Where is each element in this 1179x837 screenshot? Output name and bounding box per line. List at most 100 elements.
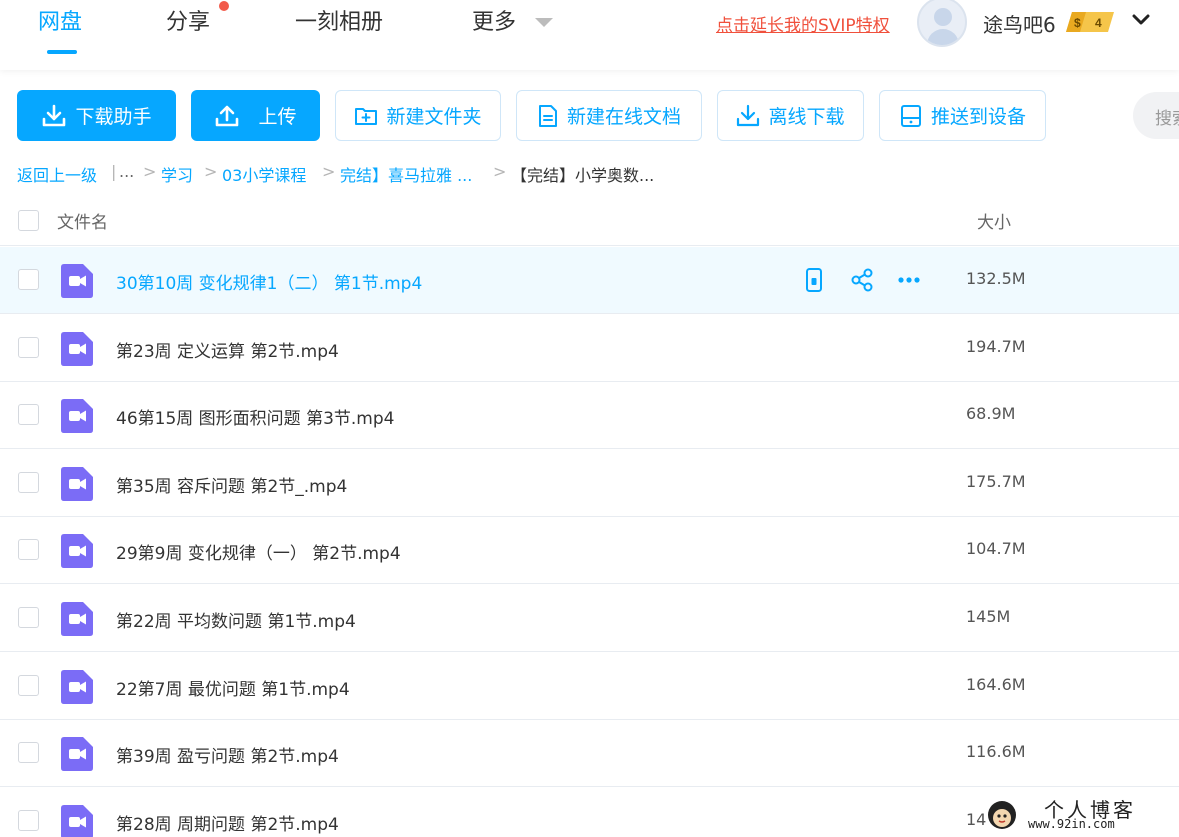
- phone-icon[interactable]: [801, 267, 827, 293]
- row-checkbox[interactable]: [18, 404, 39, 425]
- mascot-icon: [988, 801, 1016, 829]
- row-checkbox[interactable]: [18, 810, 39, 831]
- avatar-body: [927, 29, 959, 45]
- new-folder-button[interactable]: 新建文件夹: [335, 90, 501, 141]
- row-checkbox[interactable]: [18, 269, 39, 290]
- file-name[interactable]: 第28周 周期问题 第2节.mp4: [116, 810, 339, 835]
- file-size: 104.7M: [966, 539, 1026, 558]
- blog-watermark: 个人博客 www.92in.com: [982, 793, 1179, 837]
- more-icon[interactable]: [896, 267, 922, 293]
- breadcrumb-separator: >: [204, 162, 218, 181]
- device-icon: [900, 104, 921, 127]
- file-name[interactable]: 46第15周 图形面积问题 第3节.mp4: [116, 404, 394, 429]
- breadcrumb-divider: |: [111, 162, 117, 181]
- svip-renew-link[interactable]: 点击延长我的SVIP特权: [716, 11, 890, 36]
- table-row[interactable]: 29第9周 变化规律（一） 第2节.mp4 104.7M: [0, 517, 1179, 584]
- username[interactable]: 途鸟吧6: [983, 9, 1056, 38]
- new-online-doc-label: 新建在线文档: [566, 106, 681, 128]
- download-helper-label: 下载助手: [75, 106, 152, 128]
- breadcrumb-item-study[interactable]: 学习: [161, 162, 193, 186]
- video-file-icon: [61, 467, 93, 501]
- document-icon: [538, 104, 557, 127]
- row-checkbox[interactable]: [18, 742, 39, 763]
- offline-download-button[interactable]: 离线下载: [717, 90, 864, 141]
- video-file-icon: [61, 264, 93, 298]
- breadcrumb-item-course[interactable]: 03小学课程: [222, 162, 306, 186]
- chevron-down-icon[interactable]: [535, 18, 553, 27]
- file-list-header: 文件名 大小: [0, 196, 1179, 246]
- file-size: 194.7M: [966, 337, 1026, 356]
- file-size: 164.6M: [966, 675, 1026, 694]
- table-row[interactable]: 第39周 盈亏问题 第2节.mp4 116.6M: [0, 720, 1179, 787]
- search-placeholder: 搜索: [1155, 109, 1179, 129]
- tab-more[interactable]: 更多: [472, 8, 516, 38]
- video-file-icon: [61, 399, 93, 433]
- offline-download-icon: [737, 104, 760, 126]
- push-to-device-label: 推送到设备: [930, 106, 1026, 128]
- file-size: 145M: [966, 607, 1011, 626]
- avatar-head: [934, 8, 952, 26]
- breadcrumb-separator: >: [493, 162, 507, 181]
- file-size: 116.6M: [966, 742, 1026, 761]
- video-file-icon: [61, 332, 93, 366]
- table-row[interactable]: 30第10周 变化规律1（二） 第1节.mp4 132.5M: [0, 247, 1179, 314]
- file-name[interactable]: 第23周 定义运算 第2节.mp4: [116, 337, 339, 362]
- file-name[interactable]: 第22周 平均数问题 第1节.mp4: [116, 607, 356, 632]
- video-file-icon: [61, 534, 93, 568]
- row-checkbox[interactable]: [18, 472, 39, 493]
- table-row[interactable]: 第23周 定义运算 第2节.mp4 194.7M: [0, 315, 1179, 382]
- search-input[interactable]: 搜索: [1133, 92, 1179, 139]
- upload-icon: [216, 105, 239, 126]
- upload-button[interactable]: 上传: [191, 90, 320, 141]
- breadcrumb-item-current: 【完结】小学奥数...: [511, 166, 655, 185]
- avatar[interactable]: [917, 0, 967, 47]
- vip-level-badge[interactable]: $ 4: [1066, 10, 1116, 34]
- watermark-url: www.92in.com: [1028, 817, 1115, 831]
- top-navigation: 网盘 分享 一刻相册 更多 点击延长我的SVIP特权 途鸟吧6 $ 4: [0, 0, 1179, 70]
- file-size: 132.5M: [966, 269, 1026, 288]
- push-to-device-button[interactable]: 推送到设备: [879, 90, 1046, 141]
- breadcrumb-separator: >: [143, 162, 157, 181]
- file-name[interactable]: 29第9周 变化规律（一） 第2节.mp4: [116, 539, 401, 564]
- breadcrumb-separator: >: [322, 162, 336, 181]
- table-row[interactable]: 第35周 容斥问题 第2节_.mp4 175.7M: [0, 450, 1179, 517]
- vip-currency: $: [1074, 16, 1081, 30]
- tab-share[interactable]: 分享: [166, 8, 210, 38]
- file-size: 175.7M: [966, 472, 1026, 491]
- share-icon[interactable]: [849, 267, 875, 293]
- table-row[interactable]: 第22周 平均数问题 第1节.mp4 145M: [0, 585, 1179, 652]
- video-file-icon: [61, 602, 93, 636]
- file-name[interactable]: 22第7周 最优问题 第1节.mp4: [116, 675, 350, 700]
- file-name[interactable]: 第35周 容斥问题 第2节_.mp4: [116, 472, 347, 497]
- row-checkbox[interactable]: [18, 539, 39, 560]
- row-checkbox[interactable]: [18, 607, 39, 628]
- breadcrumb-item-himalaya[interactable]: 完结】喜马拉雅 ...: [340, 162, 472, 186]
- tab-moment-album[interactable]: 一刻相册: [295, 8, 383, 38]
- breadcrumb-ellipsis[interactable]: ...: [119, 162, 134, 181]
- select-all-checkbox[interactable]: [18, 210, 39, 231]
- new-online-doc-button[interactable]: 新建在线文档: [516, 90, 702, 141]
- file-name[interactable]: 第39周 盈亏问题 第2节.mp4: [116, 742, 339, 767]
- tab-netdisk[interactable]: 网盘: [38, 8, 82, 38]
- active-tab-indicator: [47, 50, 77, 54]
- video-file-icon: [61, 805, 93, 837]
- video-file-icon: [61, 670, 93, 704]
- table-row[interactable]: 46第15周 图形面积问题 第3节.mp4 68.9M: [0, 382, 1179, 449]
- column-header-name[interactable]: 文件名: [57, 208, 108, 233]
- download-helper-button[interactable]: 下载助手: [17, 90, 176, 141]
- offline-download-label: 离线下载: [768, 106, 845, 128]
- breadcrumb-back[interactable]: 返回上一级: [17, 162, 97, 186]
- upload-label: 上传: [258, 106, 297, 128]
- file-name[interactable]: 30第10周 变化规律1（二） 第1节.mp4: [116, 269, 422, 294]
- chevron-down-icon[interactable]: [1131, 13, 1151, 27]
- download-icon: [43, 104, 66, 126]
- notification-dot: [219, 1, 229, 11]
- video-file-icon: [61, 737, 93, 771]
- row-checkbox[interactable]: [18, 337, 39, 358]
- column-header-size[interactable]: 大小: [977, 208, 1011, 233]
- table-row[interactable]: 22第7周 最优问题 第1节.mp4 164.6M: [0, 653, 1179, 720]
- new-folder-label: 新建文件夹: [386, 106, 482, 128]
- file-size: 68.9M: [966, 404, 1016, 423]
- row-checkbox[interactable]: [18, 675, 39, 696]
- folder-plus-icon: [355, 107, 378, 125]
